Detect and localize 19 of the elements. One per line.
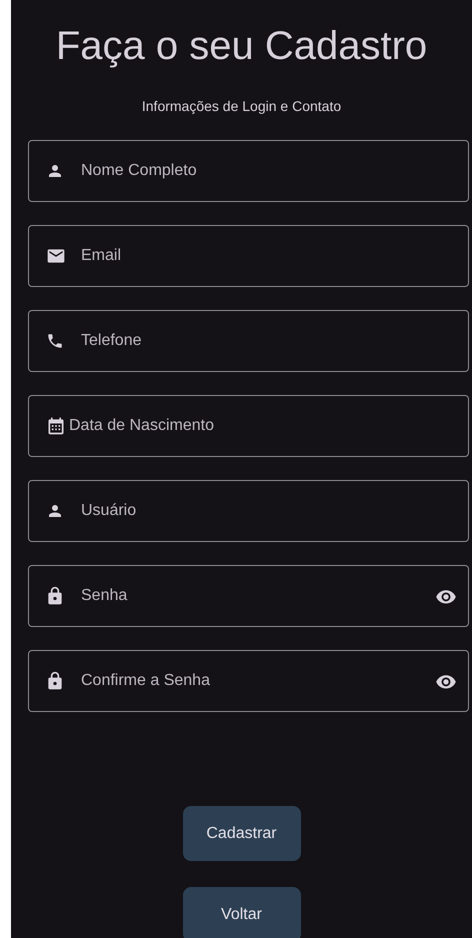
input-field[interactable]: Data de Nascimento [28, 395, 469, 457]
action-button[interactable]: Voltar [182, 887, 300, 938]
eye-icon[interactable] [435, 588, 457, 604]
page-title: Faça o seu Cadastro [56, 23, 428, 70]
phone-icon [46, 332, 64, 350]
input-field[interactable]: Usuário [28, 480, 469, 542]
person-icon [46, 162, 64, 180]
input-field[interactable]: Telefone [28, 310, 469, 372]
person-icon [46, 502, 64, 520]
subtitle: Informações de Login e Contato [142, 97, 342, 116]
eye-icon[interactable] [435, 673, 457, 689]
lock-icon [46, 671, 64, 691]
input-field[interactable]: Confirme a Senha [28, 650, 469, 712]
lock-icon [46, 586, 64, 606]
input-field[interactable]: Email [28, 225, 469, 287]
input-field[interactable]: Senha [28, 565, 469, 627]
action-button[interactable]: Cadastrar [182, 806, 300, 861]
input-field[interactable]: Nome Completo [28, 140, 469, 202]
calendar-icon [46, 416, 66, 436]
